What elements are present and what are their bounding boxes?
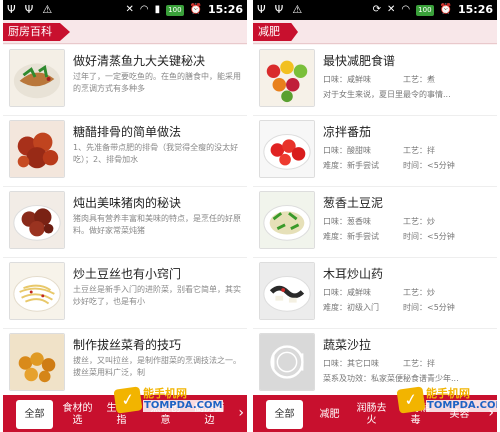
recipe-craft: 工艺：炒 — [403, 288, 435, 297]
article-title: 炖出美味猪肉的秘诀 — [73, 196, 182, 210]
clock: 15:26 — [457, 3, 493, 16]
fish-dish-thumbnail — [9, 49, 65, 107]
recipe-time: 时间：<5分钟 — [403, 303, 455, 312]
recipe-time: 时间：<5分钟 — [403, 161, 455, 170]
article-title: 制作拔丝菜肴的技巧 — [73, 338, 182, 352]
recipe-title: 最快减肥食谱 — [323, 54, 396, 68]
recipe-taste: 口味：其它口味 — [323, 359, 379, 368]
mute-icon: ✕ — [125, 4, 134, 15]
list-item[interactable]: 糖醋排骨的简单做法 1、先准备带点肥的排骨（我觉得全瘦的没太好吃）；2、排骨加水 — [3, 116, 247, 187]
right-phone-screen: Ψ Ψ ⚠ ⟳ ✕ ◠ 100 ⏰ 15:26 减肥 最快减肥食谱 口味：咸鲜味… — [253, 0, 497, 432]
watermark: ✓ 能手机网 TOMPDA.COM — [113, 385, 224, 415]
recipe-taste: 口味：酸甜味 — [323, 146, 371, 155]
tab-weight-loss[interactable]: 减肥 — [311, 400, 348, 429]
category-header: 厨房百科 — [3, 20, 247, 44]
watermark-cn: 能手机网 — [426, 387, 470, 400]
chevron-right-icon[interactable]: › — [238, 405, 244, 421]
category-header: 减肥 — [253, 20, 497, 44]
article-title: 炒土豆丝也有小窍门 — [73, 267, 182, 281]
ribs-dish-thumbnail — [9, 120, 65, 178]
recipe-taste: 口味：咸鲜味 — [323, 75, 371, 84]
tomato-salad-thumbnail — [259, 120, 315, 178]
watermark: ✓ 能手机网 TOMPDA.COM — [396, 385, 497, 415]
category-tab[interactable]: 减肥 — [253, 23, 298, 41]
recipe-taste: 口味：葱香味 — [323, 217, 371, 226]
mute-icon: ✕ — [387, 4, 396, 15]
watermark-en: TOMPDA.COM — [143, 400, 224, 412]
recipe-craft: 工艺：煮 — [403, 75, 435, 84]
recipe-time: 时间：<5分钟 — [403, 232, 455, 241]
list-item[interactable]: 凉拌番茄 口味：酸甜味 工艺：拌 难度：新手尝试 时间：<5分钟 — [253, 116, 497, 187]
tab-all[interactable]: 全部 — [16, 400, 53, 429]
warning-icon: ⚠ — [292, 3, 303, 16]
tab-laxative[interactable]: 润肠去火 — [353, 400, 390, 429]
list-item[interactable]: 最快减肥食谱 口味：咸鲜味 工艺：煮 对于女生来说，夏日里最令的事情... — [253, 45, 497, 116]
recipe-taste: 口味：咸鲜味 — [323, 288, 371, 297]
wifi-icon: ◠ — [139, 4, 149, 15]
mashed-potato-thumbnail — [259, 191, 315, 249]
watermark-cn: 能手机网 — [143, 387, 187, 400]
article-title: 糖醋排骨的简单做法 — [73, 125, 182, 139]
recipe-list[interactable]: 最快减肥食谱 口味：咸鲜味 工艺：煮 对于女生来说，夏日里最令的事情... 凉拌… — [253, 45, 497, 395]
usb-icon: Ψ — [7, 3, 16, 16]
list-item[interactable]: 木耳炒山药 口味：咸鲜味 工艺：炒 难度：初级入门 时间：<5分钟 — [253, 258, 497, 329]
wifi-icon: ◠ — [401, 4, 411, 15]
article-summary: 猪肉具有营养丰富和美味的特点，是烹任的好原料。做好家常菜炖猪 — [73, 214, 241, 235]
usb-debug-icon: Ψ — [274, 3, 284, 16]
alarm-icon: ⏰ — [189, 4, 202, 15]
recipe-difficulty: 难度：初级入门 — [323, 303, 379, 312]
recipe-craft: 工艺：拌 — [403, 146, 435, 155]
tab-all[interactable]: 全部 — [266, 400, 303, 429]
left-phone-screen: Ψ Ψ ⚠ ✕ ◠ ▮ 100 ⏰ 15:26 厨房百科 做好清蒸鱼九大关键秘决… — [3, 0, 247, 432]
recipe-title: 葱香土豆泥 — [323, 196, 384, 210]
recipe-summary: 对于女生来说，夏日里最令的事情... — [323, 90, 451, 99]
warning-icon: ⚠ — [42, 3, 53, 16]
article-summary: 1、先准备带点肥的排骨（我觉得全瘦的没太好吃）；2、排骨加水 — [73, 143, 239, 164]
fungus-yam-thumbnail — [259, 262, 315, 320]
article-summary: 过年了，一定要吃鱼的。在鱼的膳食中，能采用的烹调方式有多种多 — [73, 72, 241, 93]
placeholder-plate-thumbnail — [259, 333, 315, 391]
recipe-difficulty: 难度：新手尝试 — [323, 232, 379, 241]
recipe-craft: 工艺：炒 — [403, 217, 435, 226]
recipe-title: 凉拌番茄 — [323, 125, 372, 139]
watermark-logo-icon: ✓ — [113, 386, 143, 414]
recipe-title: 木耳炒山药 — [323, 267, 384, 281]
recipe-craft: 工艺：拌 — [403, 359, 435, 368]
recipe-title: 蔬菜沙拉 — [323, 338, 372, 352]
article-title: 做好清蒸鱼九大关键秘决 — [73, 54, 206, 68]
list-item[interactable]: 炖出美味猪肉的秘诀 猪肉具有营养丰富和美味的特点，是烹任的好原料。做好家常菜炖猪 — [3, 187, 247, 258]
category-tab[interactable]: 厨房百科 — [3, 23, 70, 41]
tab-ingredients[interactable]: 食材的选 — [59, 400, 96, 429]
fruit-bowl-thumbnail — [259, 49, 315, 107]
list-item[interactable]: 做好清蒸鱼九大关键秘决 过年了，一定要吃鱼的。在鱼的膳食中，能采用的烹调方式有多… — [3, 45, 247, 116]
list-item[interactable]: 葱香土豆泥 口味：葱香味 工艺：炒 难度：新手尝试 时间：<5分钟 — [253, 187, 497, 258]
sync-icon: ⟳ — [372, 4, 382, 15]
potato-shreds-thumbnail — [9, 262, 65, 320]
usb-icon: Ψ — [257, 3, 266, 16]
list-item[interactable]: 炒土豆丝也有小窍门 土豆丝是新手入门的进阶菜，别看它简单，其实炒好吃了，也是有小 — [3, 258, 247, 329]
status-bar: Ψ Ψ ⚠ ⟳ ✕ ◠ 100 ⏰ 15:26 — [253, 0, 497, 20]
alarm-icon: ⏰ — [439, 4, 452, 15]
recipe-summary: 菜系及功效：私家菜便秘食谱青少年... — [323, 374, 459, 383]
usb-debug-icon: Ψ — [24, 3, 34, 16]
battery-icon: 100 — [166, 4, 184, 16]
watermark-en: TOMPDA.COM — [426, 400, 497, 412]
watermark-logo-icon: ✓ — [396, 386, 426, 414]
status-bar: Ψ Ψ ⚠ ✕ ◠ ▮ 100 ⏰ 15:26 — [3, 0, 247, 20]
article-list[interactable]: 做好清蒸鱼九大关键秘决 过年了，一定要吃鱼的。在鱼的膳食中，能采用的烹调方式有多… — [3, 45, 247, 395]
signal-icon: ▮ — [154, 4, 161, 15]
candied-dish-thumbnail — [9, 333, 65, 391]
recipe-difficulty: 难度：新手尝试 — [323, 161, 379, 170]
battery-icon: 100 — [416, 4, 434, 16]
pork-dish-thumbnail — [9, 191, 65, 249]
clock: 15:26 — [207, 3, 243, 16]
article-summary: 土豆丝是新手入门的进阶菜，别看它简单，其实炒好吃了，也是有小 — [73, 285, 241, 306]
article-summary: 拔丝，又叫拉丝，是制作甜菜的烹调技法之一。拔丝菜用料广泛，制 — [73, 356, 241, 377]
